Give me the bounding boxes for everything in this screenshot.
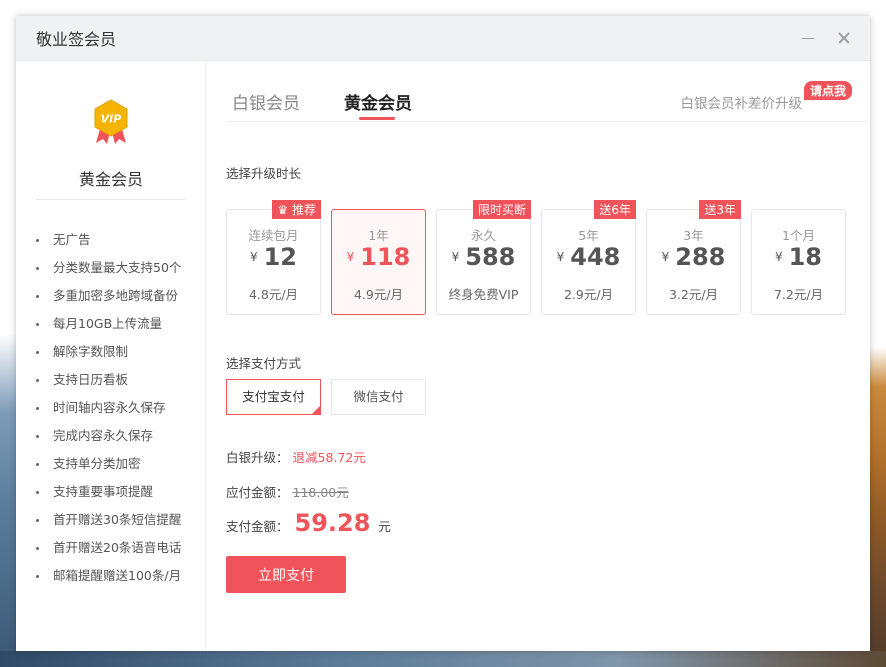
amount-due-label: 应付金额： <box>226 485 289 500</box>
duration-section-label: 选择升级时长 <box>226 166 302 181</box>
plan-unit-price: 4.9元/月 <box>353 287 404 302</box>
benefit-item: 邮箱提醒赠送100条/月 <box>36 562 181 590</box>
plan-name: 5年 <box>578 228 599 243</box>
benefit-item: 分类数量最大支持50个 <box>36 254 181 282</box>
plan-tag-bonus: 送6年 <box>594 200 636 219</box>
tab-silver-member[interactable]: 白银会员 <box>232 89 300 114</box>
alipay-option[interactable]: 支付宝支付 <box>226 379 321 415</box>
silver-refund-value: 退减58.72元 <box>292 450 366 465</box>
benefit-item: 支持单分类加密 <box>36 450 181 478</box>
plan-unit-price: 终身免费VIP <box>448 287 519 302</box>
plan-price: ¥18 <box>774 243 823 271</box>
selected-corner-icon <box>311 405 321 415</box>
plan-price: ¥588 <box>451 243 516 271</box>
desktop-background-bottom <box>0 651 886 667</box>
plan-name: 永久 <box>470 228 496 243</box>
tab-gold-member[interactable]: 黄金会员 <box>344 89 412 114</box>
plan-price: ¥288 <box>661 243 726 271</box>
window-title: 敬业签会员 <box>36 30 117 49</box>
plan-price: ¥12 <box>249 243 298 271</box>
plan-options: ♛ 推荐 连续包月 ¥12 4.8元/月 1年 ¥118 4.9元/月 限时买断… <box>226 200 846 315</box>
plan-name: 连续包月 <box>248 228 299 243</box>
benefit-item: 完成内容永久保存 <box>36 422 181 450</box>
amount-due-row: 应付金额： 118.00元 <box>226 482 349 501</box>
window-body: VIP 黄金会员 无广告 分类数量最大支持50个 多重加密多地跨域备份 每月10… <box>16 61 870 651</box>
sidebar-divider <box>36 199 186 200</box>
plan-tag-limited: 限时买断 <box>472 200 531 219</box>
benefit-item: 每月10GB上传流量 <box>36 310 181 338</box>
benefit-item: 首开赠送30条短信提醒 <box>36 506 181 534</box>
desktop-background-right <box>870 0 886 667</box>
payment-amount-row: 支付金额： 59.28 元 <box>226 509 391 537</box>
payment-section-label: 选择支付方式 <box>226 356 302 371</box>
membership-window: 敬业签会员 VIP 黄金会员 无广告 分类数量最大支持50个 多重加密多地跨域备… <box>16 16 870 651</box>
desktop-background-left <box>0 0 16 667</box>
main-panel: 白银会员 黄金会员 白银会员补差价升级 请点我 选择升级时长 ♛ 推荐 连续包月… <box>206 61 870 651</box>
plan-unit-price: 3.2元/月 <box>668 287 719 302</box>
plan-unit-price: 7.2元/月 <box>773 287 824 302</box>
active-tab-indicator <box>359 117 395 120</box>
sidebar: VIP 黄金会员 无广告 分类数量最大支持50个 多重加密多地跨域备份 每月10… <box>16 61 206 651</box>
amount-due-value: 118.00元 <box>292 485 349 500</box>
benefit-item: 解除字数限制 <box>36 338 181 366</box>
pay-now-button[interactable]: 立即支付 <box>226 556 346 593</box>
plan-card-3-year[interactable]: 送3年 3年 ¥288 3.2元/月 <box>646 200 741 315</box>
plan-name: 3年 <box>683 228 704 243</box>
benefit-item: 支持日历看板 <box>36 366 181 394</box>
title-bar: 敬业签会员 <box>16 16 870 61</box>
plan-price: ¥448 <box>556 243 621 271</box>
plan-tag-bonus: 送3年 <box>699 200 741 219</box>
benefit-item: 首开赠送20条语音电话 <box>36 534 181 562</box>
plan-unit-price: 2.9元/月 <box>563 287 614 302</box>
plan-card-5-year[interactable]: 送6年 5年 ¥448 2.9元/月 <box>541 200 636 315</box>
plan-card-1-year[interactable]: 1年 ¥118 4.9元/月 <box>331 209 426 315</box>
crown-icon: ♛ <box>277 203 292 217</box>
plan-price: ¥118 <box>346 243 411 271</box>
silver-upgrade-label: 白银升级： <box>226 450 289 465</box>
member-level-name: 黄金会员 <box>78 170 143 189</box>
plan-card-monthly-auto[interactable]: ♛ 推荐 连续包月 ¥12 4.8元/月 <box>226 200 321 315</box>
wechat-pay-option[interactable]: 微信支付 <box>331 379 426 415</box>
plan-card-lifetime[interactable]: 限时买断 永久 ¥588 终身免费VIP <box>436 200 531 315</box>
plan-tag-recommend: ♛ 推荐 <box>272 200 321 219</box>
plan-name: 1年 <box>368 228 389 243</box>
plan-name: 1个月 <box>782 228 815 243</box>
silver-upgrade-row: 白银升级： 退减58.72元 <box>226 447 366 466</box>
silver-upgrade-link[interactable]: 白银会员补差价升级 <box>681 92 803 112</box>
member-tabs: 白银会员 黄金会员 白银会员补差价升级 请点我 <box>226 61 870 122</box>
payment-amount-unit: 元 <box>378 519 391 534</box>
plan-card-1-month[interactable]: 1个月 ¥18 7.2元/月 <box>751 209 846 315</box>
benefit-list: 无广告 分类数量最大支持50个 多重加密多地跨域备份 每月10GB上传流量 解除… <box>36 226 181 590</box>
payment-amount-label: 支付金额： <box>226 519 289 534</box>
vip-badge-icon: VIP <box>94 99 128 144</box>
benefit-item: 时间轴内容永久保存 <box>36 394 181 422</box>
plan-unit-price: 4.8元/月 <box>248 287 299 302</box>
close-icon[interactable] <box>834 28 854 48</box>
payment-amount-value: 59.28 <box>294 509 371 537</box>
benefit-item: 支持重要事项提醒 <box>36 478 181 506</box>
benefit-item: 多重加密多地跨域备份 <box>36 282 181 310</box>
benefit-item: 无广告 <box>36 226 181 254</box>
click-me-badge[interactable]: 请点我 <box>803 81 852 100</box>
vip-badge-text: VIP <box>101 113 122 126</box>
minimize-icon[interactable] <box>798 28 818 48</box>
